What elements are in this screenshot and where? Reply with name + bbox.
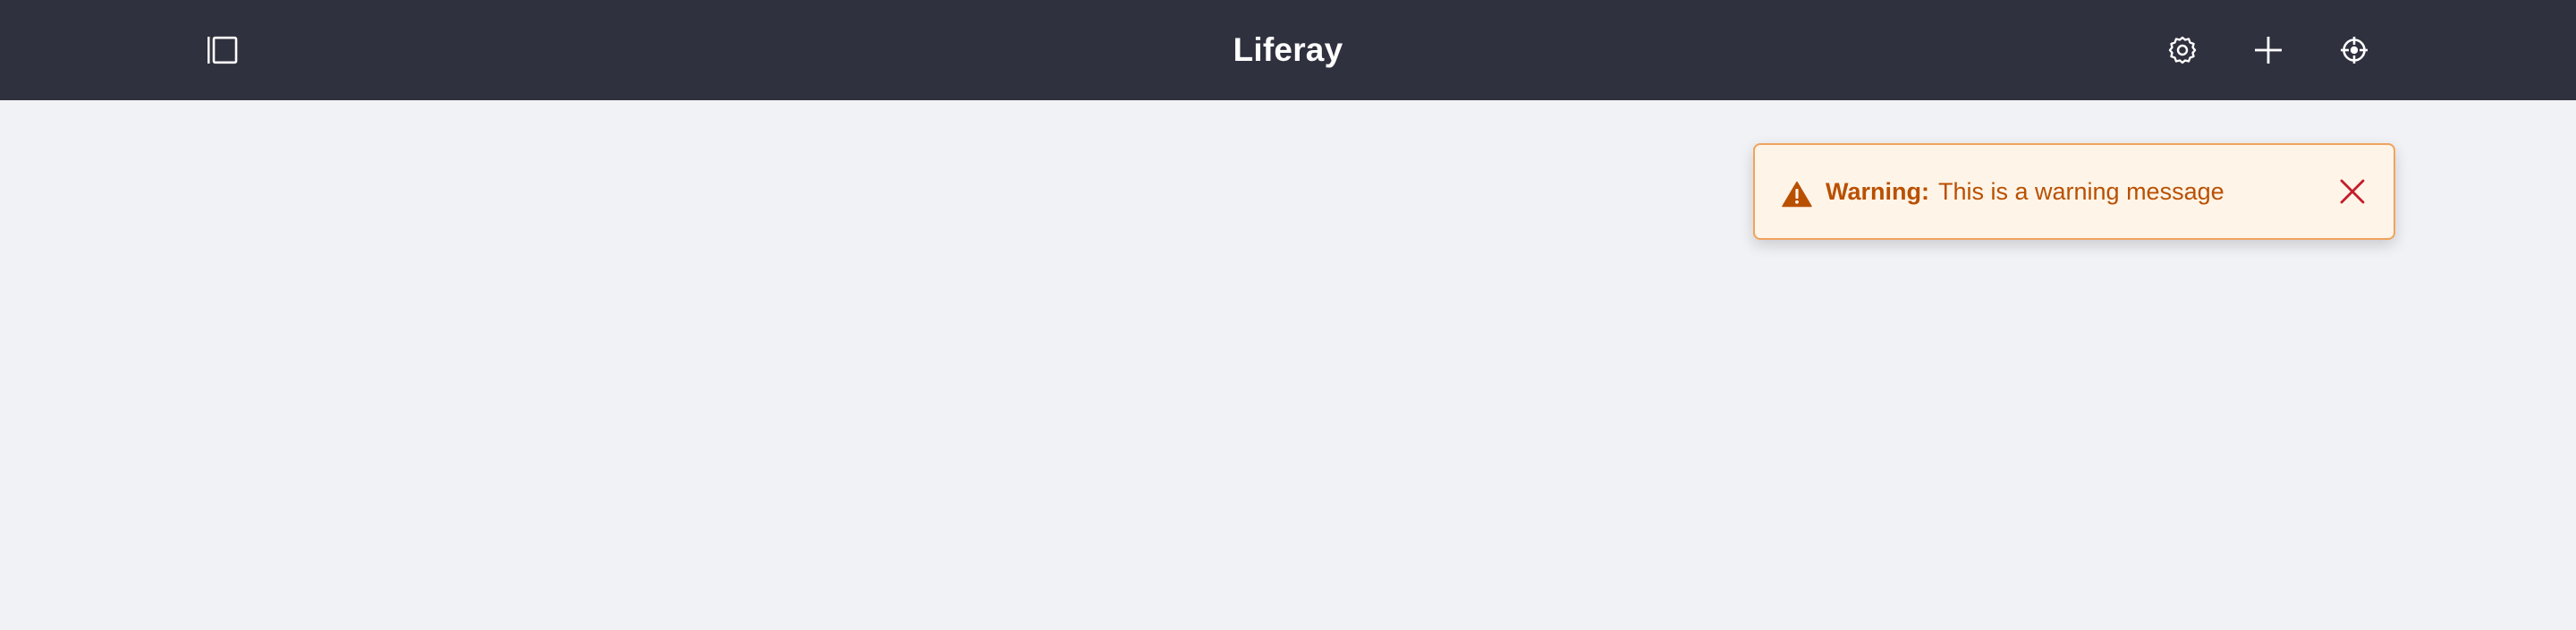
sidebar-toggle-button[interactable] xyxy=(197,25,247,75)
alert-lead: Warning: xyxy=(1826,178,1929,205)
alert-message: Warning: This is a warning message xyxy=(1826,145,2224,238)
top-navigation-bar: Liferay xyxy=(0,0,2576,100)
simulation-target-icon xyxy=(2341,37,2368,64)
settings-button[interactable] xyxy=(2157,25,2207,75)
plus-icon xyxy=(2255,37,2282,64)
gear-icon xyxy=(2168,36,2197,64)
alert-close-button[interactable] xyxy=(2336,175,2368,208)
warning-triangle-icon xyxy=(1782,181,1812,208)
add-button[interactable] xyxy=(2243,25,2293,75)
close-icon xyxy=(2340,179,2365,204)
simulation-button[interactable] xyxy=(2329,25,2379,75)
alert-body: This is a warning message xyxy=(1937,178,2224,205)
sidebar-toggle-icon xyxy=(208,36,238,64)
warning-alert: Warning: This is a warning message xyxy=(1753,143,2395,240)
